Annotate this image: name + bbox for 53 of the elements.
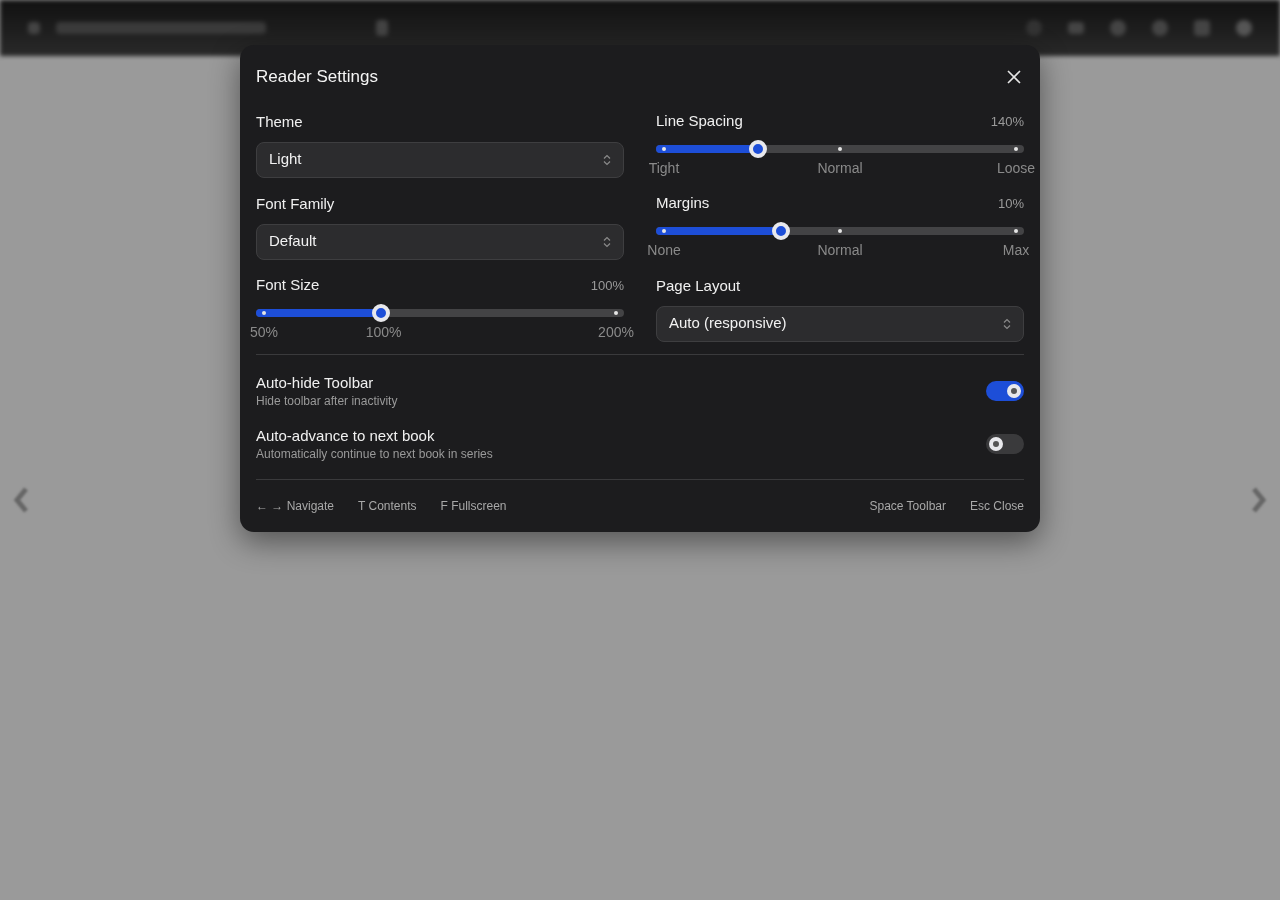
field-label: Margins xyxy=(656,193,710,214)
scale-label: 200% xyxy=(598,322,634,342)
toggle-switch[interactable] xyxy=(986,433,1024,454)
scale-label: None xyxy=(647,240,681,260)
field-label: Page Layout xyxy=(656,275,742,296)
toolbar-icon[interactable] xyxy=(1236,20,1252,36)
toolbar-icon[interactable] xyxy=(1068,22,1084,34)
toolbar-icon[interactable] xyxy=(1194,20,1210,36)
shortcut-hint: Space Toolbar xyxy=(869,497,946,515)
scale-label: 100% xyxy=(365,322,402,342)
scale-label: Normal xyxy=(817,158,863,178)
shortcut-hint: T Contents xyxy=(358,497,417,515)
setting-description: Hide toolbar after inactivity xyxy=(256,392,398,409)
field-label: Line Spacing xyxy=(656,111,743,132)
scale-label: Max xyxy=(1002,240,1030,260)
shortcut-hint: F Fullscreen xyxy=(440,497,507,515)
slider-thumb[interactable] xyxy=(748,139,767,158)
shortcut-hint: ← → Navigate xyxy=(256,497,335,515)
slider-track[interactable] xyxy=(656,139,1024,158)
value-reading: 100% xyxy=(590,276,624,295)
slider-track[interactable] xyxy=(656,221,1024,240)
field-label: Theme xyxy=(256,111,304,132)
scale-label: 50% xyxy=(250,322,278,342)
setting-title: Auto-advance to next book xyxy=(256,425,436,446)
setting-title: Auto-hide Toolbar xyxy=(256,372,375,393)
dropdown-select[interactable]: Light xyxy=(256,141,624,178)
dropdown-select[interactable]: Auto (responsive) xyxy=(656,305,1024,342)
toggle-switch[interactable] xyxy=(986,380,1024,401)
scale-label: Loose xyxy=(996,158,1036,178)
previous-page-icon[interactable] xyxy=(12,486,30,514)
toolbar-icon[interactable] xyxy=(28,22,40,34)
toolbar-icon[interactable] xyxy=(1152,20,1168,36)
slider-thumb[interactable] xyxy=(372,303,391,322)
scale-label: Tight xyxy=(648,158,680,178)
close-icon xyxy=(1007,69,1021,84)
field-label: Font Size xyxy=(256,275,320,296)
toolbar-icon[interactable] xyxy=(1110,20,1126,36)
value-reading: 10% xyxy=(997,194,1024,213)
chevron-updown-icon xyxy=(1003,317,1011,330)
setting-description: Automatically continue to next book in series xyxy=(256,445,493,462)
shortcut-hint: Esc Close xyxy=(969,497,1024,515)
toolbar-icon[interactable] xyxy=(1026,20,1042,36)
slider-thumb[interactable] xyxy=(772,221,791,240)
chevron-updown-icon xyxy=(603,153,611,166)
dialog-title: Reader Settings xyxy=(256,66,378,88)
next-page-icon[interactable] xyxy=(1250,486,1268,514)
scale-label: Normal xyxy=(817,240,863,260)
slider-track[interactable] xyxy=(256,303,624,322)
dropdown-select[interactable]: Default xyxy=(256,223,624,260)
value-reading: 140% xyxy=(990,112,1024,131)
field-label: Font Family xyxy=(256,193,336,214)
toolbar-icon[interactable] xyxy=(376,20,388,36)
chevron-updown-icon xyxy=(603,235,611,248)
